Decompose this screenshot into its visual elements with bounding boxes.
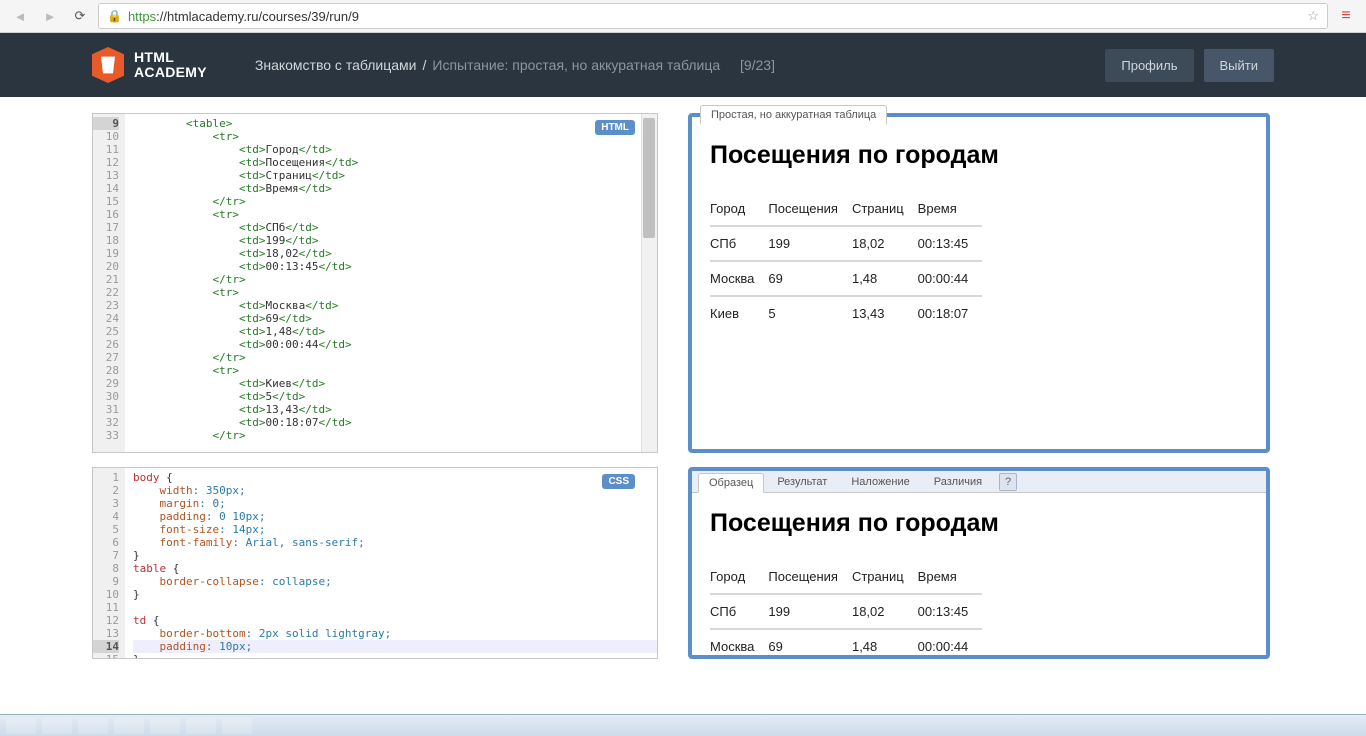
html-code[interactable]: <table> <tr> <td>Город</td> <td>Посещени… — [125, 114, 657, 452]
html-gutter: 9101112131415161718192021222324252627282… — [93, 114, 125, 452]
preview-title: Посещения по городам — [710, 141, 1248, 170]
tab-overlay[interactable]: Наложение — [840, 472, 920, 492]
tab-result[interactable]: Результат — [766, 472, 838, 492]
taskbar-item[interactable] — [186, 718, 216, 734]
lock-icon: 🔒 — [107, 9, 122, 23]
profile-button[interactable]: Профиль — [1105, 49, 1193, 82]
breadcrumb-position: [9/23] — [740, 57, 775, 73]
site-header: HTML ACADEMY Знакомство с таблицами / Ис… — [0, 33, 1366, 97]
tab-diff[interactable]: Различия — [923, 472, 993, 492]
taskbar-item[interactable] — [222, 718, 252, 734]
table-row: Киев513,4300:18:07 — [710, 296, 982, 330]
logo[interactable]: HTML ACADEMY — [92, 47, 207, 83]
url-bar[interactable]: 🔒 https://htmlacademy.ru/courses/39/run/… — [98, 3, 1328, 29]
help-button[interactable]: ? — [999, 473, 1017, 491]
breadcrumb: Знакомство с таблицами / Испытание: прос… — [255, 57, 775, 73]
reference-title: Посещения по городам — [710, 509, 1248, 538]
css-editor[interactable]: CSS 123456789101112131415 body { width: … — [92, 467, 658, 659]
back-icon[interactable]: ◄ — [8, 4, 32, 28]
reference-table: ГородПосещенияСтраницВремяСПб19918,0200:… — [710, 560, 982, 663]
html-badge: HTML — [595, 120, 635, 135]
browser-menu-icon[interactable]: ≡ — [1334, 7, 1358, 25]
browser-toolbar: ◄ ► ⟳ 🔒 https://htmlacademy.ru/courses/3… — [0, 0, 1366, 33]
reference-preview: Образец Результат Наложение Различия ? П… — [688, 467, 1270, 659]
logo-text: HTML ACADEMY — [134, 50, 207, 79]
forward-icon[interactable]: ► — [38, 4, 62, 28]
css-code[interactable]: body { width: 350px; margin: 0; padding:… — [125, 468, 657, 658]
result-preview: Простая, но аккуратная таблица Посещения… — [688, 113, 1270, 453]
breadcrumb-course[interactable]: Знакомство с таблицами — [255, 57, 417, 73]
taskbar-item[interactable] — [114, 718, 144, 734]
tab-reference[interactable]: Образец — [698, 473, 764, 493]
url-scheme: https — [128, 9, 156, 24]
table-row: СПб19918,0200:13:45 — [710, 226, 982, 261]
os-taskbar[interactable] — [0, 714, 1366, 736]
bookmark-star-icon[interactable]: ☆ — [1307, 8, 1319, 24]
taskbar-item[interactable] — [42, 718, 72, 734]
html-scrollbar[interactable] — [641, 114, 657, 452]
logo-mark-icon — [92, 47, 124, 83]
taskbar-item[interactable] — [150, 718, 180, 734]
compare-tabs: Образец Результат Наложение Различия ? — [692, 471, 1266, 493]
workspace: HTML 91011121314151617181920212223242526… — [0, 97, 1366, 659]
preview-table: ГородПосещенияСтраницВремяСПб19918,0200:… — [710, 192, 982, 330]
html-editor[interactable]: HTML 91011121314151617181920212223242526… — [92, 113, 658, 453]
table-row: Москва691,4800:00:44 — [710, 261, 982, 296]
table-row: СПб19918,0200:13:45 — [710, 594, 982, 629]
logout-button[interactable]: Выйти — [1204, 49, 1275, 82]
taskbar-item[interactable] — [6, 718, 36, 734]
url-path: ://htmlacademy.ru/courses/39/run/9 — [156, 9, 359, 24]
css-gutter: 123456789101112131415 — [93, 468, 125, 658]
breadcrumb-task: Испытание: простая, но аккуратная таблиц… — [432, 57, 720, 73]
css-badge: CSS — [602, 474, 635, 489]
table-row: Москва691,4800:00:44 — [710, 629, 982, 663]
taskbar-item[interactable] — [78, 718, 108, 734]
reload-icon[interactable]: ⟳ — [68, 4, 92, 28]
preview-tab[interactable]: Простая, но аккуратная таблица — [700, 105, 887, 124]
